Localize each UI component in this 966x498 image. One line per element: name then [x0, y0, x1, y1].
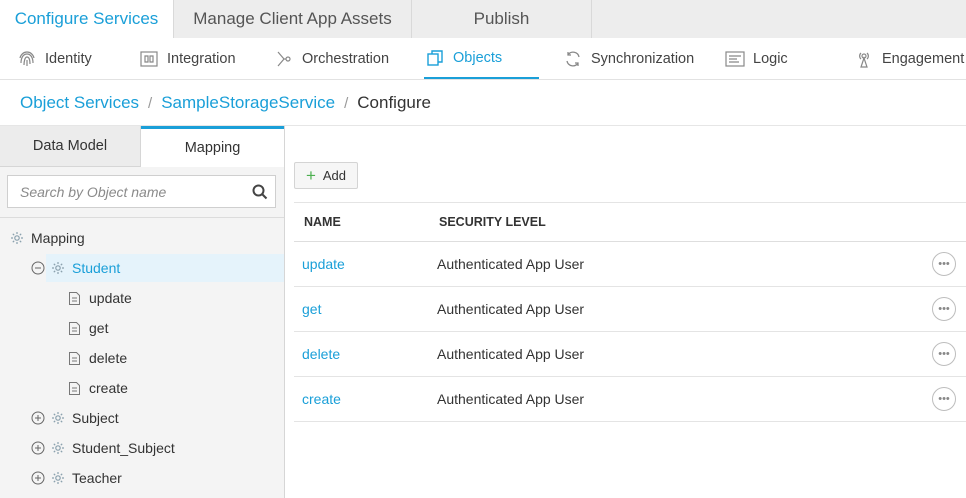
- breadcrumb-sample-storage-service[interactable]: SampleStorageService: [161, 93, 335, 113]
- collapse-icon[interactable]: [31, 261, 45, 275]
- more-options-button[interactable]: •••: [932, 387, 956, 411]
- breadcrumb-current: Configure: [357, 93, 431, 112]
- tree-label: Teacher: [72, 470, 122, 486]
- tree-label: Mapping: [31, 230, 85, 246]
- tree-label: delete: [89, 350, 128, 366]
- expand-icon[interactable]: [31, 471, 45, 485]
- table-row: get Authenticated App User •••: [294, 287, 966, 332]
- subnav-label: Objects: [453, 49, 503, 66]
- tree-item-delete[interactable]: delete: [68, 344, 268, 372]
- tree-item-update[interactable]: update: [68, 284, 268, 312]
- subnav-label: Engagement: [882, 50, 965, 67]
- operation-name-link[interactable]: create: [302, 377, 341, 421]
- subnav-item-synchronization[interactable]: Synchronization: [562, 38, 694, 79]
- security-level: Authenticated App User: [437, 301, 585, 317]
- document-icon: [68, 381, 81, 396]
- integration-icon: [138, 48, 160, 70]
- tree-label: Subject: [72, 410, 119, 426]
- expand-icon[interactable]: [31, 411, 45, 425]
- subnav-label: Synchronization: [591, 50, 695, 67]
- column-header-name[interactable]: NAME: [304, 203, 341, 241]
- operation-name-link[interactable]: get: [302, 287, 321, 331]
- add-button-label: Add: [322, 168, 347, 183]
- column-header-security-level[interactable]: SECURITY LEVEL: [439, 203, 546, 241]
- tab-data-model[interactable]: Data Model: [0, 126, 141, 167]
- subnav-item-engagement[interactable]: Engagement: [853, 38, 964, 79]
- subnav-item-logic[interactable]: Logic: [724, 38, 788, 79]
- subnav-item-identity[interactable]: Identity: [16, 38, 92, 79]
- objects-icon: [424, 47, 446, 69]
- service-subnav: Identity Integration Orchestration Objec…: [0, 38, 966, 80]
- tree-item-get[interactable]: get: [68, 314, 268, 342]
- document-icon: [68, 291, 81, 306]
- tree-label: create: [89, 380, 128, 396]
- tree-item-student-subject[interactable]: Student_Subject: [31, 434, 271, 462]
- breadcrumb: Object Services / SampleStorageService /…: [20, 91, 431, 115]
- left-panel: Data Model Mapping Mapping Student updat…: [0, 126, 285, 498]
- document-icon: [68, 321, 81, 336]
- tab-manage-client-app-assets[interactable]: Manage Client App Assets: [174, 0, 412, 38]
- tree-item-teacher[interactable]: Teacher: [31, 464, 271, 492]
- subnav-item-orchestration[interactable]: Orchestration: [273, 38, 389, 79]
- table-row: update Authenticated App User •••: [294, 242, 966, 287]
- subnav-label: Logic: [753, 50, 788, 67]
- tree-label: Student: [72, 260, 121, 276]
- tree-item-create[interactable]: create: [68, 374, 268, 402]
- subnav-label: Identity: [45, 50, 92, 67]
- breadcrumb-separator: /: [344, 94, 349, 112]
- gear-icon: [51, 441, 65, 455]
- more-options-button[interactable]: •••: [932, 252, 956, 276]
- engagement-icon: [853, 48, 875, 70]
- divider: [0, 217, 284, 218]
- gear-icon: [10, 231, 24, 245]
- tree-label: Student_Subject: [72, 440, 175, 456]
- logic-icon: [724, 48, 746, 70]
- more-options-button[interactable]: •••: [932, 342, 956, 366]
- tree-item-student-row[interactable]: Student: [31, 254, 284, 282]
- gear-icon: [51, 411, 65, 425]
- tree-label: get: [89, 320, 109, 336]
- security-level: Authenticated App User: [437, 346, 585, 362]
- subnav-item-objects[interactable]: Objects: [424, 38, 539, 79]
- table-row: delete Authenticated App User •••: [294, 332, 966, 377]
- document-icon: [68, 351, 81, 366]
- plus-icon: +: [305, 166, 316, 185]
- sync-icon: [562, 48, 584, 70]
- tree-root-mapping[interactable]: Mapping: [10, 224, 280, 252]
- gear-icon: [51, 261, 65, 275]
- tab-publish[interactable]: Publish: [412, 0, 592, 38]
- top-tab-bar: Configure Services Manage Client App Ass…: [0, 0, 966, 38]
- operation-name-link[interactable]: update: [302, 242, 345, 286]
- operation-name-link[interactable]: delete: [302, 332, 340, 376]
- tab-mapping[interactable]: Mapping: [141, 126, 284, 167]
- left-panel-tabs: Data Model Mapping: [0, 126, 284, 167]
- orchestration-icon: [273, 48, 295, 70]
- subnav-label: Orchestration: [302, 50, 390, 67]
- gear-icon: [51, 471, 65, 485]
- breadcrumb-separator: /: [148, 94, 153, 112]
- object-search-input[interactable]: [8, 176, 245, 207]
- fingerprint-icon: [16, 48, 38, 70]
- tab-configure-services[interactable]: Configure Services: [0, 0, 174, 38]
- table-row: create Authenticated App User •••: [294, 377, 966, 422]
- search-icon[interactable]: [245, 177, 275, 207]
- breadcrumb-object-services[interactable]: Object Services: [20, 93, 139, 113]
- object-search-box: [7, 175, 276, 208]
- subnav-label: Integration: [167, 50, 236, 67]
- table-header: NAME SECURITY LEVEL: [294, 202, 966, 242]
- security-level: Authenticated App User: [437, 256, 585, 272]
- expand-icon[interactable]: [31, 441, 45, 455]
- more-options-button[interactable]: •••: [932, 297, 956, 321]
- subnav-item-integration[interactable]: Integration: [138, 38, 236, 79]
- tree-item-subject[interactable]: Subject: [31, 404, 271, 432]
- tree-label: update: [89, 290, 132, 306]
- add-button[interactable]: + Add: [294, 162, 358, 189]
- security-level: Authenticated App User: [437, 391, 585, 407]
